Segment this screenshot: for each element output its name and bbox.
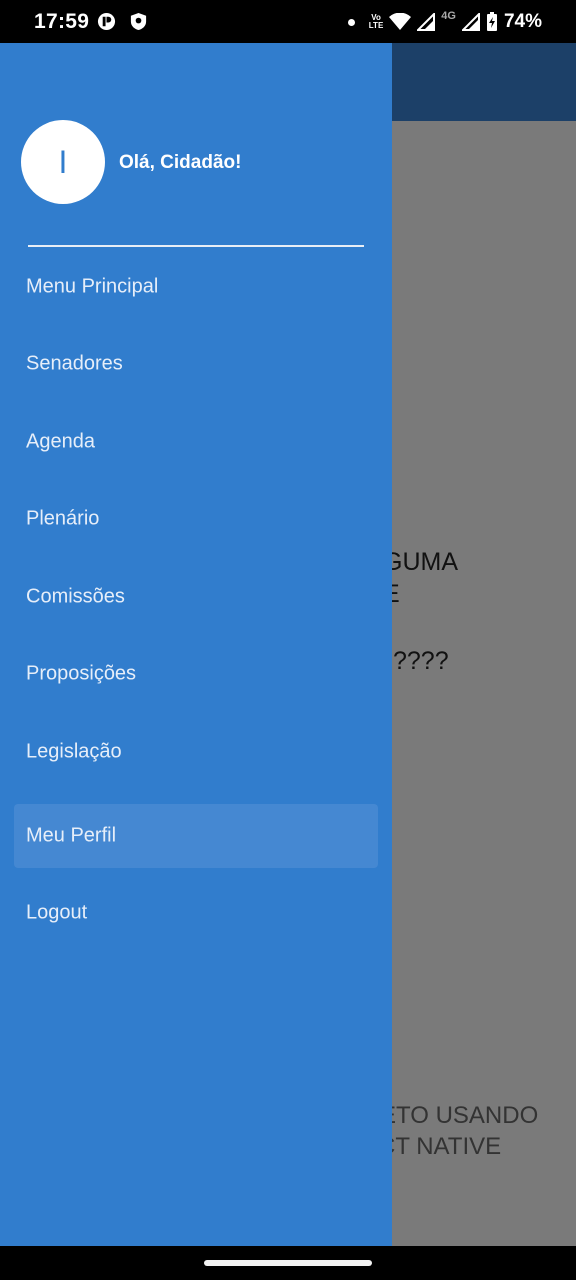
menu-item-agenda[interactable]: Agenda [14, 410, 378, 474]
background-footer-line2: CT NATIVE [378, 1133, 502, 1160]
status-icons: Vo LTE 4G 74% [347, 9, 542, 35]
signal-icon-2 [461, 13, 480, 31]
status-bar: 17:59 Vo LTE 4G 74% [0, 0, 576, 43]
battery-percent: 74% [503, 11, 542, 32]
background-text-line3: ???? [393, 647, 449, 675]
navigation-drawer: I Olá, Cidadão! Menu Principal Senadores… [0, 43, 392, 1246]
system-nav-bar [0, 1246, 576, 1280]
battery-charging-icon [486, 12, 497, 31]
drawer-divider [28, 245, 364, 247]
menu-item-logout[interactable]: Logout [14, 881, 378, 945]
app-notification-icon [97, 12, 116, 31]
menu-item-senadores[interactable]: Senadores [14, 332, 378, 396]
menu-item-proposicoes[interactable]: Proposições [14, 642, 378, 706]
greeting-text: Olá, Cidadão! [119, 152, 242, 173]
shield-icon [130, 12, 147, 31]
status-time: 17:59 [34, 10, 90, 33]
menu-item-menu-principal[interactable]: Menu Principal [14, 255, 378, 319]
background-footer-line1: ETO USANDO [380, 1102, 539, 1129]
signal-icon [417, 13, 436, 31]
wifi-icon [389, 13, 412, 30]
menu-item-legislacao[interactable]: Legislação [14, 720, 378, 784]
volte-icon: Vo LTE [368, 13, 384, 30]
network-type: 4G [441, 10, 456, 22]
notification-dot-icon [347, 18, 355, 26]
menu-item-comissoes[interactable]: Comissões [14, 565, 378, 629]
home-gesture-handle[interactable] [204, 1260, 372, 1266]
background-text-line1: GUMA [383, 548, 458, 576]
menu-item-plenario[interactable]: Plenário [14, 487, 378, 551]
menu-item-meu-perfil[interactable]: Meu Perfil [14, 804, 378, 868]
avatar[interactable]: I [21, 120, 105, 204]
